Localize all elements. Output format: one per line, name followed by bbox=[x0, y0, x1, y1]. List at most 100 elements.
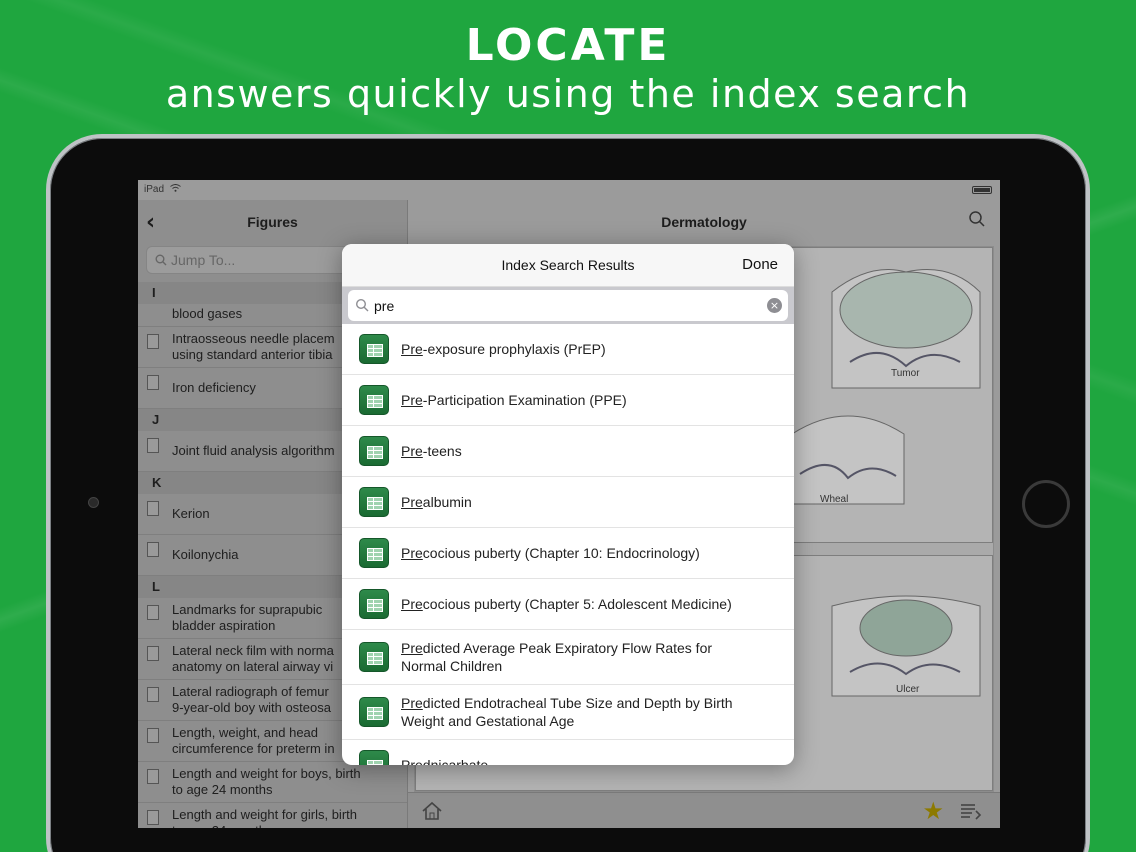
status-bar: iPad bbox=[138, 180, 1000, 200]
content-title: Dermatology bbox=[661, 214, 747, 230]
magnifier-icon bbox=[355, 298, 369, 312]
table-icon bbox=[359, 642, 389, 672]
document-icon bbox=[147, 334, 159, 349]
result-rest: -teens bbox=[422, 443, 462, 459]
search-icon[interactable] bbox=[968, 210, 986, 228]
result-text: Prealbumin bbox=[401, 493, 472, 511]
search-icon bbox=[155, 254, 167, 266]
skin-illustration-wheal bbox=[791, 415, 905, 505]
figure-list-item[interactable]: Length and weight for boys, birth to age … bbox=[138, 762, 407, 803]
search-results-list: Pre-exposure prophylaxis (PrEP) Pre-Parti… bbox=[342, 324, 794, 765]
result-match: Pre bbox=[401, 640, 423, 656]
battery-icon bbox=[972, 186, 992, 194]
device-label: iPad bbox=[144, 184, 165, 195]
result-match: Pre bbox=[401, 695, 423, 711]
figure-label-tumor: Tumor bbox=[891, 368, 920, 379]
document-icon bbox=[147, 542, 159, 557]
search-result-row[interactable]: Predicted Average Peak Expiratory Flow R… bbox=[342, 630, 794, 685]
modal-title: Index Search Results bbox=[501, 257, 635, 273]
result-rest: albumin bbox=[422, 494, 472, 510]
home-icon[interactable] bbox=[420, 799, 444, 823]
result-rest: -exposure prophylaxis (PrEP) bbox=[422, 341, 606, 357]
result-rest: cocious puberty (Chapter 5: Adolescent M… bbox=[422, 596, 732, 612]
star-icon[interactable]: ★ bbox=[922, 797, 944, 825]
result-match: Pre bbox=[401, 596, 423, 612]
result-text: Pre-Participation Examination (PPE) bbox=[401, 391, 627, 409]
result-text: Precocious puberty (Chapter 5: Adolescen… bbox=[401, 595, 732, 613]
result-match: Pre bbox=[401, 392, 423, 408]
table-icon bbox=[359, 589, 389, 619]
result-text: Predicted Average Peak Expiratory Flow R… bbox=[401, 639, 712, 675]
result-rest-line2: Normal Children bbox=[401, 658, 503, 674]
document-icon bbox=[147, 646, 159, 661]
table-icon bbox=[359, 334, 389, 364]
headline-title: LOCATE bbox=[465, 20, 671, 71]
result-text: Precocious puberty (Chapter 10: Endocrin… bbox=[401, 544, 700, 562]
search-result-row[interactable]: Precocious puberty (Chapter 5: Adolescen… bbox=[342, 579, 794, 630]
result-match: Pre bbox=[401, 494, 423, 510]
table-icon bbox=[359, 385, 389, 415]
document-icon bbox=[147, 810, 159, 825]
search-result-row[interactable]: Prealbumin bbox=[342, 477, 794, 528]
search-value: pre bbox=[374, 297, 395, 314]
toc-icon[interactable] bbox=[958, 799, 982, 823]
result-match: Pre bbox=[401, 545, 423, 561]
figure-label-wheal: Wheal bbox=[820, 494, 849, 505]
figure-item-label: Length and weight for girls, birth bbox=[172, 807, 357, 822]
result-text: Predicted Endotracheal Tube Size and Dep… bbox=[401, 694, 733, 730]
result-rest: dicted Endotracheal Tube Size and Depth … bbox=[422, 695, 733, 711]
table-icon bbox=[359, 750, 389, 765]
result-match: Pre bbox=[401, 757, 423, 765]
search-result-row[interactable]: Prednicarbate bbox=[342, 740, 794, 765]
result-match: Pre bbox=[401, 443, 423, 459]
home-hardware-button bbox=[1022, 480, 1070, 528]
figure-item-label-line2: to age 24 months bbox=[172, 782, 273, 797]
result-rest: dnicarbate bbox=[422, 757, 489, 765]
modal-header: Index Search Results Done bbox=[342, 244, 794, 287]
table-icon bbox=[359, 436, 389, 466]
search-result-row[interactable]: Pre-exposure prophylaxis (PrEP) bbox=[342, 324, 794, 375]
search-result-row[interactable]: Pre-teens bbox=[342, 426, 794, 477]
result-rest: dicted Average Peak Expiratory Flow Rate… bbox=[422, 640, 713, 656]
figures-title: Figures bbox=[247, 214, 298, 230]
index-search-input[interactable]: pre × bbox=[348, 290, 788, 321]
search-result-row[interactable]: Predicted Endotracheal Tube Size and Dep… bbox=[342, 685, 794, 740]
clear-icon[interactable]: × bbox=[767, 298, 782, 313]
figure-list-item[interactable]: Length and weight for girls, birthto age… bbox=[138, 803, 407, 828]
table-icon bbox=[359, 538, 389, 568]
document-icon bbox=[147, 728, 159, 743]
search-result-row[interactable]: Precocious puberty (Chapter 10: Endocrin… bbox=[342, 528, 794, 579]
result-text: Pre-teens bbox=[401, 442, 462, 460]
skin-illustration-ulcer bbox=[831, 595, 981, 697]
result-text: Pre-exposure prophylaxis (PrEP) bbox=[401, 340, 606, 358]
result-text: Prednicarbate bbox=[401, 756, 488, 765]
figure-item-label: Length and weight for boys, birth bbox=[172, 766, 361, 781]
document-icon bbox=[147, 501, 159, 516]
figures-nav-bar: ‹ Figures bbox=[138, 200, 407, 244]
search-result-row[interactable]: Pre-Participation Examination (PPE) bbox=[342, 375, 794, 426]
content-nav-bar: Dermatology bbox=[408, 200, 1000, 244]
jump-to-placeholder: Jump To... bbox=[171, 252, 236, 268]
table-icon bbox=[359, 697, 389, 727]
bottom-toolbar: ★ bbox=[408, 792, 1000, 828]
back-chevron-icon[interactable]: ‹ bbox=[146, 210, 155, 235]
headline-subtitle: answers quickly using the index search bbox=[165, 72, 971, 116]
wifi-icon bbox=[169, 184, 181, 195]
document-icon bbox=[147, 687, 159, 702]
result-match: Pre bbox=[401, 341, 423, 357]
camera bbox=[88, 497, 99, 508]
document-icon bbox=[147, 605, 159, 620]
table-icon bbox=[359, 487, 389, 517]
result-rest: cocious puberty (Chapter 10: Endocrinolo… bbox=[422, 545, 700, 561]
index-search-modal: Index Search Results Done pre × Pre-expo… bbox=[342, 244, 794, 765]
document-icon bbox=[147, 769, 159, 784]
result-rest: -Participation Examination (PPE) bbox=[422, 392, 627, 408]
search-bar: pre × bbox=[342, 287, 794, 324]
done-button[interactable]: Done bbox=[742, 256, 778, 273]
headline: LOCATE answers quickly using the index s… bbox=[0, 20, 1136, 116]
document-icon bbox=[147, 438, 159, 453]
result-rest-line2: Weight and Gestational Age bbox=[401, 713, 575, 729]
figure-item-label-line2: to age 24 months bbox=[172, 823, 397, 828]
figure-label-ulcer: Ulcer bbox=[896, 684, 920, 695]
document-icon bbox=[147, 375, 159, 390]
